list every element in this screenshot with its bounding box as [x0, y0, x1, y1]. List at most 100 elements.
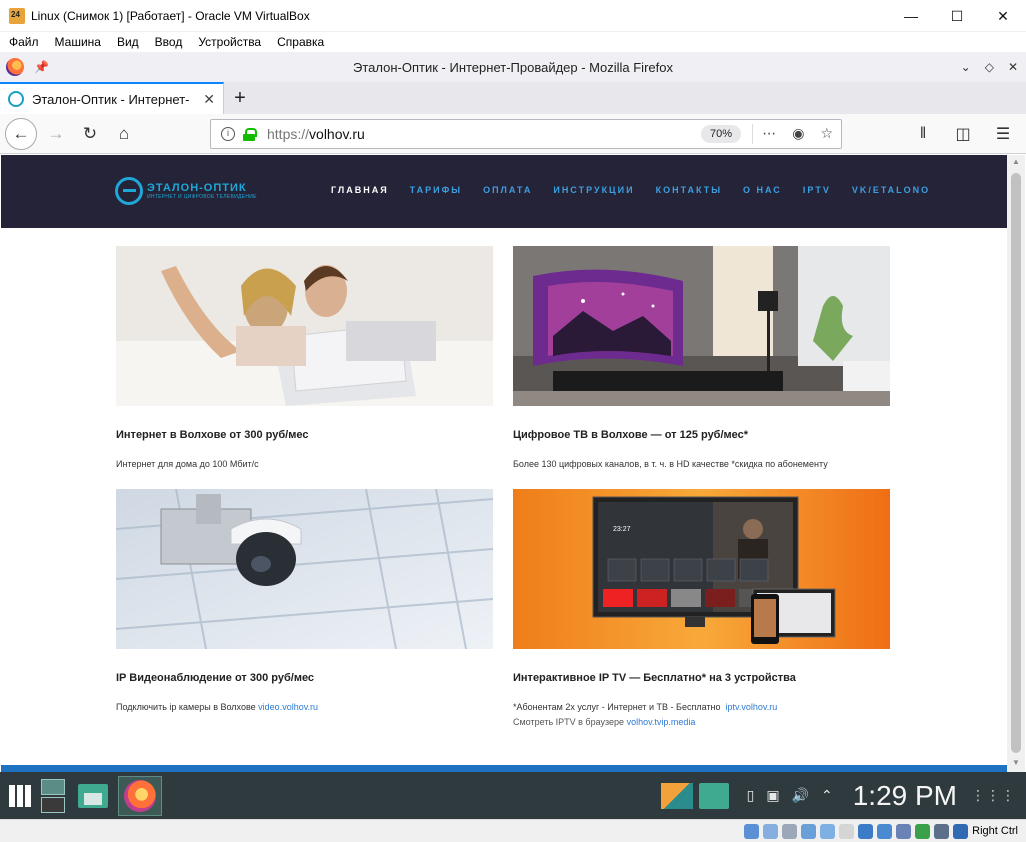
card-tv-image[interactable] — [513, 246, 890, 406]
card-internet-desc: Интернет для дома до 100 Мбит/с — [116, 459, 259, 469]
nav-about[interactable]: О НАС — [743, 185, 782, 195]
tab-active[interactable]: Эталон-Оптик - Интернет- ✕ — [0, 82, 224, 114]
network-status-icon[interactable] — [801, 823, 817, 839]
url-bar[interactable]: i https://volhov.ru 70% ⋯ ◉ ☆ — [210, 119, 842, 149]
guest-taskbar: ▯ ▣ 🔊 ⌃ 1:29 PM ⋮⋮⋮ — [0, 772, 1026, 819]
footer-bar — [1, 765, 1007, 772]
tray-app-icon[interactable] — [660, 782, 693, 809]
recording-status-icon[interactable] — [877, 823, 893, 839]
host-key-label: Right Ctrl — [972, 825, 1018, 837]
restore-icon[interactable]: ◇ — [985, 60, 994, 74]
zoom-level-button[interactable]: 70% — [701, 125, 741, 143]
card-internet-image[interactable] — [116, 246, 493, 406]
vbox-titlebar: Linux (Снимок 1) [Работает] - Oracle VM … — [0, 0, 1026, 32]
pocket-icon[interactable]: ◉ — [792, 125, 804, 142]
hamburger-menu-icon[interactable]: ☰ — [988, 119, 1018, 149]
workspace-icon — [41, 779, 65, 813]
nav-instructions[interactable]: ИНСТРУКЦИИ — [553, 185, 634, 195]
info-icon[interactable]: i — [221, 127, 235, 141]
library-icon[interactable]: ‖ — [908, 119, 938, 149]
logo-mark-icon — [115, 177, 143, 205]
nav-iptv[interactable]: IPTV — [803, 185, 831, 195]
app-menu-icon — [9, 785, 31, 807]
minimize-icon[interactable]: ⌄ — [961, 60, 971, 74]
menu-view[interactable]: Вид — [117, 35, 139, 49]
iptv-link[interactable]: iptv.volhov.ru — [726, 702, 778, 712]
site-logo[interactable]: ЭТАЛОН-ОПТИК ИНТЕРНЕТ И ЦИФРОВОЕ ТЕЛЕВИД… — [115, 177, 257, 205]
network-icon[interactable]: ▣ — [766, 787, 779, 804]
card-tv-title[interactable]: Цифровое ТВ в Волхове — от 125 руб/мес* — [513, 429, 748, 441]
card-iptv-desc-text: *Абонентам 2х услуг - Интернет и ТВ - Бе… — [513, 702, 721, 712]
menu-help[interactable]: Справка — [277, 35, 324, 49]
firefox-window-title: Эталон-Оптик - Интернет-Провайдер - Mozi… — [353, 59, 673, 75]
tab-close-icon[interactable]: ✕ — [203, 91, 215, 108]
reload-button[interactable]: ↻ — [75, 119, 105, 149]
card-cctv-title[interactable]: IP Видеонаблюдение от 300 руб/мес — [116, 672, 314, 684]
keyboard-status-icon[interactable] — [934, 823, 950, 839]
nav-tariffs[interactable]: ТАРИФЫ — [410, 185, 462, 195]
tray-folder-icon[interactable] — [698, 782, 729, 809]
card-iptv-image[interactable]: 23:27 — [513, 489, 890, 649]
home-button[interactable]: ⌂ — [109, 119, 139, 149]
new-tab-button[interactable]: + — [224, 82, 256, 114]
folder-icon — [78, 784, 108, 808]
card-iptv: 23:27 Интерактивное IP TV — Бесплатно* н… — [513, 489, 890, 727]
bookmark-star-icon[interactable]: ☆ — [820, 125, 833, 142]
lock-icon[interactable] — [243, 127, 257, 141]
site-header: ЭТАЛОН-ОПТИК ИНТЕРНЕТ И ЦИФРОВОЕ ТЕЛЕВИД… — [1, 155, 1007, 228]
hdd-status-icon[interactable] — [744, 823, 760, 839]
show-desktop-grid-icon[interactable]: ⋮⋮⋮ — [971, 788, 1016, 802]
usb-status-icon[interactable] — [820, 823, 836, 839]
card-iptv-desc2: Смотреть IPTV в браузере volhov.tvip.med… — [513, 717, 695, 727]
scroll-thumb[interactable] — [1011, 173, 1021, 753]
page-actions-icon[interactable]: ⋯ — [762, 125, 776, 142]
display-status-icon[interactable] — [858, 823, 874, 839]
scroll-up-arrow-icon[interactable]: ▲ — [1010, 157, 1022, 169]
card-cctv-desc-text: Подключить ip камеры в Волхове — [116, 702, 256, 712]
back-button[interactable]: ← — [5, 117, 37, 150]
close-icon[interactable]: ✕ — [1008, 60, 1018, 74]
logo-subtitle: ИНТЕРНЕТ И ЦИФРОВОЕ ТЕЛЕВИДЕНИЕ — [147, 194, 257, 200]
page-viewport: ЭТАЛОН-ОПТИК ИНТЕРНЕТ И ЦИФРОВОЕ ТЕЛЕВИД… — [1, 155, 1007, 772]
card-cctv-image[interactable] — [116, 489, 493, 649]
nav-payment[interactable]: ОПЛАТА — [483, 185, 532, 195]
workspace-switcher[interactable] — [33, 776, 73, 816]
mouse-integration-icon[interactable] — [915, 823, 931, 839]
card-internet-title[interactable]: Интернет в Волхове от 300 руб/мес — [116, 429, 308, 441]
taskbar-clock[interactable]: 1:29 PM — [853, 780, 957, 812]
nav-vk[interactable]: VK/ETALONO — [852, 185, 930, 195]
card-iptv-title[interactable]: Интерактивное IP TV — Бесплатно* на 3 ус… — [513, 672, 796, 684]
nav-main[interactable]: ГЛАВНАЯ — [331, 185, 389, 195]
scroll-down-arrow-icon[interactable]: ▼ — [1010, 758, 1022, 770]
tray-expand-icon[interactable]: ⌃ — [821, 787, 833, 804]
menu-machine[interactable]: Машина — [55, 35, 101, 49]
site-favicon-icon — [8, 91, 24, 107]
shared-folders-icon[interactable] — [839, 823, 855, 839]
usb-icon[interactable]: ▯ — [747, 787, 755, 804]
cpu-status-icon[interactable] — [896, 823, 912, 839]
host-key-icon[interactable] — [953, 823, 969, 839]
menu-file[interactable]: Файл — [9, 35, 39, 49]
vbox-window-title: Linux (Снимок 1) [Работает] - Oracle VM … — [31, 8, 310, 23]
minimize-button[interactable]: — — [888, 0, 934, 32]
forward-button[interactable]: → — [41, 119, 71, 149]
firefox-titlebar: 📌 Эталон-Оптик - Интернет-Провайдер - Mo… — [0, 52, 1026, 82]
files-launcher[interactable] — [73, 776, 113, 816]
menu-input[interactable]: Ввод — [155, 35, 183, 49]
firefox-task-button[interactable] — [118, 776, 162, 816]
tab-bar: Эталон-Оптик - Интернет- ✕ + — [0, 82, 1026, 114]
close-button[interactable]: ✕ — [980, 0, 1026, 32]
tvip-link[interactable]: volhov.tvip.media — [627, 717, 696, 727]
sidebar-icon[interactable]: ◫ — [948, 119, 978, 149]
optical-drive-icon[interactable] — [763, 823, 779, 839]
url-text[interactable]: https://volhov.ru — [267, 126, 365, 142]
url-host: volhov.ru — [309, 126, 365, 142]
video-link[interactable]: video.volhov.ru — [258, 702, 318, 712]
audio-status-icon[interactable] — [782, 823, 798, 839]
maximize-button[interactable]: ☐ — [934, 0, 980, 32]
menu-devices[interactable]: Устройства — [198, 35, 261, 49]
nav-contacts[interactable]: КОНТАКТЫ — [656, 185, 722, 195]
volume-icon[interactable]: 🔊 — [792, 787, 809, 804]
card-internet: Интернет в Волхове от 300 руб/мес Интерн… — [116, 246, 493, 469]
page-scrollbar[interactable]: ▲ ▼ — [1007, 155, 1025, 772]
